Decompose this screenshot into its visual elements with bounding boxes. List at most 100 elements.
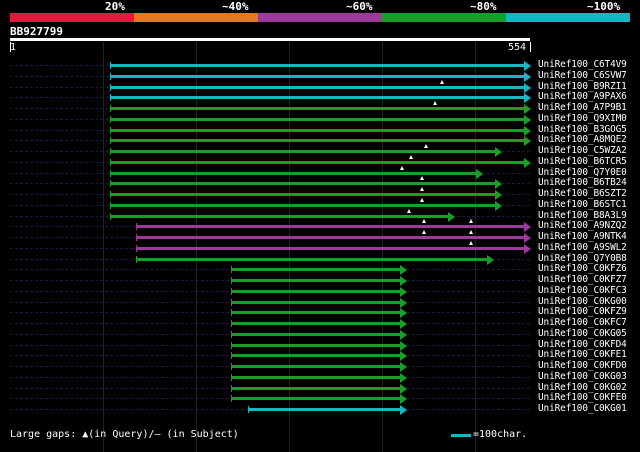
scale-label: 20% [105,0,125,13]
hit-end-arrow [524,114,531,125]
hit-label[interactable]: UniRef100_B6STC1 [538,199,627,210]
hit-end-arrow [399,393,407,404]
hit-alignment-bar[interactable] [230,365,400,368]
hit-end-arrow [399,275,407,286]
hit-end-arrow [476,168,484,179]
hit-end-arrow [399,383,407,394]
hit-label[interactable]: UniRef100_C6SVW7 [538,70,627,81]
hit-alignment-bar[interactable] [110,182,495,185]
hit-alignment-bar[interactable] [110,86,524,89]
hit-end-arrow [399,329,407,340]
hit-label[interactable]: UniRef100_C0KFE0 [538,392,627,403]
hit-label[interactable]: UniRef100_B6TCR5 [538,156,627,167]
hit-alignment-bar[interactable] [230,387,400,390]
query-gap-marker [421,230,426,234]
query-gap-marker [420,198,425,202]
hit-end-arrow [524,92,531,103]
hit-alignment-bar[interactable] [110,215,449,218]
scale-segment [506,13,630,22]
hit-end-arrow [399,264,407,275]
hit-label[interactable]: UniRef100_C0KG05 [538,328,627,339]
hit-alignment-bar[interactable] [230,301,400,304]
hit-label[interactable]: UniRef100_C0KFD0 [538,360,627,371]
ruler-tick [10,42,11,52]
hit-alignment-bar[interactable] [230,333,400,336]
query-gap-marker [468,219,473,223]
hit-label[interactable]: UniRef100_C0KG03 [538,371,627,382]
query-gap-marker [420,187,425,191]
hit-alignment-bar[interactable] [110,107,524,110]
hit-label[interactable]: UniRef100_Q9XIM0 [538,113,627,124]
scale-segment [10,13,134,22]
hit-alignment-bar[interactable] [230,397,400,400]
hit-label[interactable]: UniRef100_C0KFZ7 [538,274,627,285]
scale-segment [134,13,258,22]
hit-alignment-bar[interactable] [110,193,495,196]
scale-legend-line [451,434,471,437]
hit-label[interactable]: UniRef100_C0KFC7 [538,317,627,328]
hit-alignment-bar[interactable] [230,268,400,271]
hit-alignment-bar[interactable] [110,150,495,153]
hit-end-arrow [399,350,407,361]
hit-end-arrow [494,146,502,157]
hit-alignment-bar[interactable] [110,161,524,164]
hit-end-arrow [524,243,531,254]
hit-alignment-bar[interactable] [110,64,524,67]
hit-end-arrow [486,254,494,265]
hit-alignment-bar[interactable] [230,354,400,357]
hit-label[interactable]: UniRef100_A9NTK4 [538,231,627,242]
hit-alignment-bar[interactable] [230,344,400,347]
hit-label[interactable]: UniRef100_C0KG01 [538,403,627,414]
hit-label[interactable]: UniRef100_C6T4V9 [538,59,627,70]
hit-label[interactable]: UniRef100_A7P9B1 [538,102,627,113]
query-gap-marker [432,101,437,105]
hit-label[interactable]: UniRef100_B6SZT2 [538,188,627,199]
hit-end-arrow [399,340,407,351]
query-gap-marker [421,219,426,223]
hit-alignment-bar[interactable] [136,247,524,250]
hit-label[interactable]: UniRef100_A9SWL2 [538,242,627,253]
hit-end-arrow [399,318,407,329]
hit-alignment-bar[interactable] [230,311,400,314]
hit-label[interactable]: UniRef100_C0KFZ9 [538,306,627,317]
hit-end-arrow [494,178,502,189]
hit-label[interactable]: UniRef100_A9PAX6 [538,91,627,102]
hit-end-arrow [494,189,502,200]
scale-label: ~40% [222,0,249,13]
hit-alignment-bar[interactable] [230,376,400,379]
ruler-tick [530,42,531,52]
hit-alignment-bar[interactable] [110,129,524,132]
hit-label[interactable]: UniRef100_C0KFE1 [538,349,627,360]
hit-label[interactable]: UniRef100_C5WZA2 [538,145,627,156]
query-gap-marker [407,209,412,213]
hit-label[interactable]: UniRef100_A8MQE2 [538,134,627,145]
hit-alignment-bar[interactable] [110,172,477,175]
hit-alignment-bar[interactable] [110,96,524,99]
hit-alignment-bar[interactable] [110,139,524,142]
hit-label[interactable]: UniRef100_C0KFC3 [538,285,627,296]
footer-gaps-legend: Large gaps: ▲(in Query)/— (in Subject) [10,429,239,440]
hit-label[interactable]: UniRef100_A9NZQ2 [538,220,627,231]
hit-end-arrow [399,307,407,318]
hit-label[interactable]: UniRef100_C0KFZ6 [538,263,627,274]
hit-alignment-bar[interactable] [136,225,524,228]
hit-alignment-bar[interactable] [247,408,400,411]
hit-alignment-bar[interactable] [110,75,524,78]
hit-alignment-bar[interactable] [110,118,524,121]
query-gap-marker [420,176,425,180]
hit-end-arrow [524,221,531,232]
hit-alignment-bar[interactable] [136,258,487,261]
hit-alignment-bar[interactable] [230,279,400,282]
hit-end-arrow [524,232,531,243]
scale-legend-text: =100char. [473,429,528,440]
query-gap-marker [468,241,473,245]
query-gap-marker [399,166,404,170]
hit-alignment-bar[interactable] [136,236,524,239]
hit-alignment-bar[interactable] [230,290,400,293]
hit-end-arrow [494,200,502,211]
query-id: BB927799 [10,25,63,38]
hit-alignment-bar[interactable] [110,204,495,207]
hit-label[interactable]: UniRef100_B6TB24 [538,177,627,188]
hit-alignment-bar[interactable] [230,322,400,325]
hit-end-arrow [399,372,407,383]
